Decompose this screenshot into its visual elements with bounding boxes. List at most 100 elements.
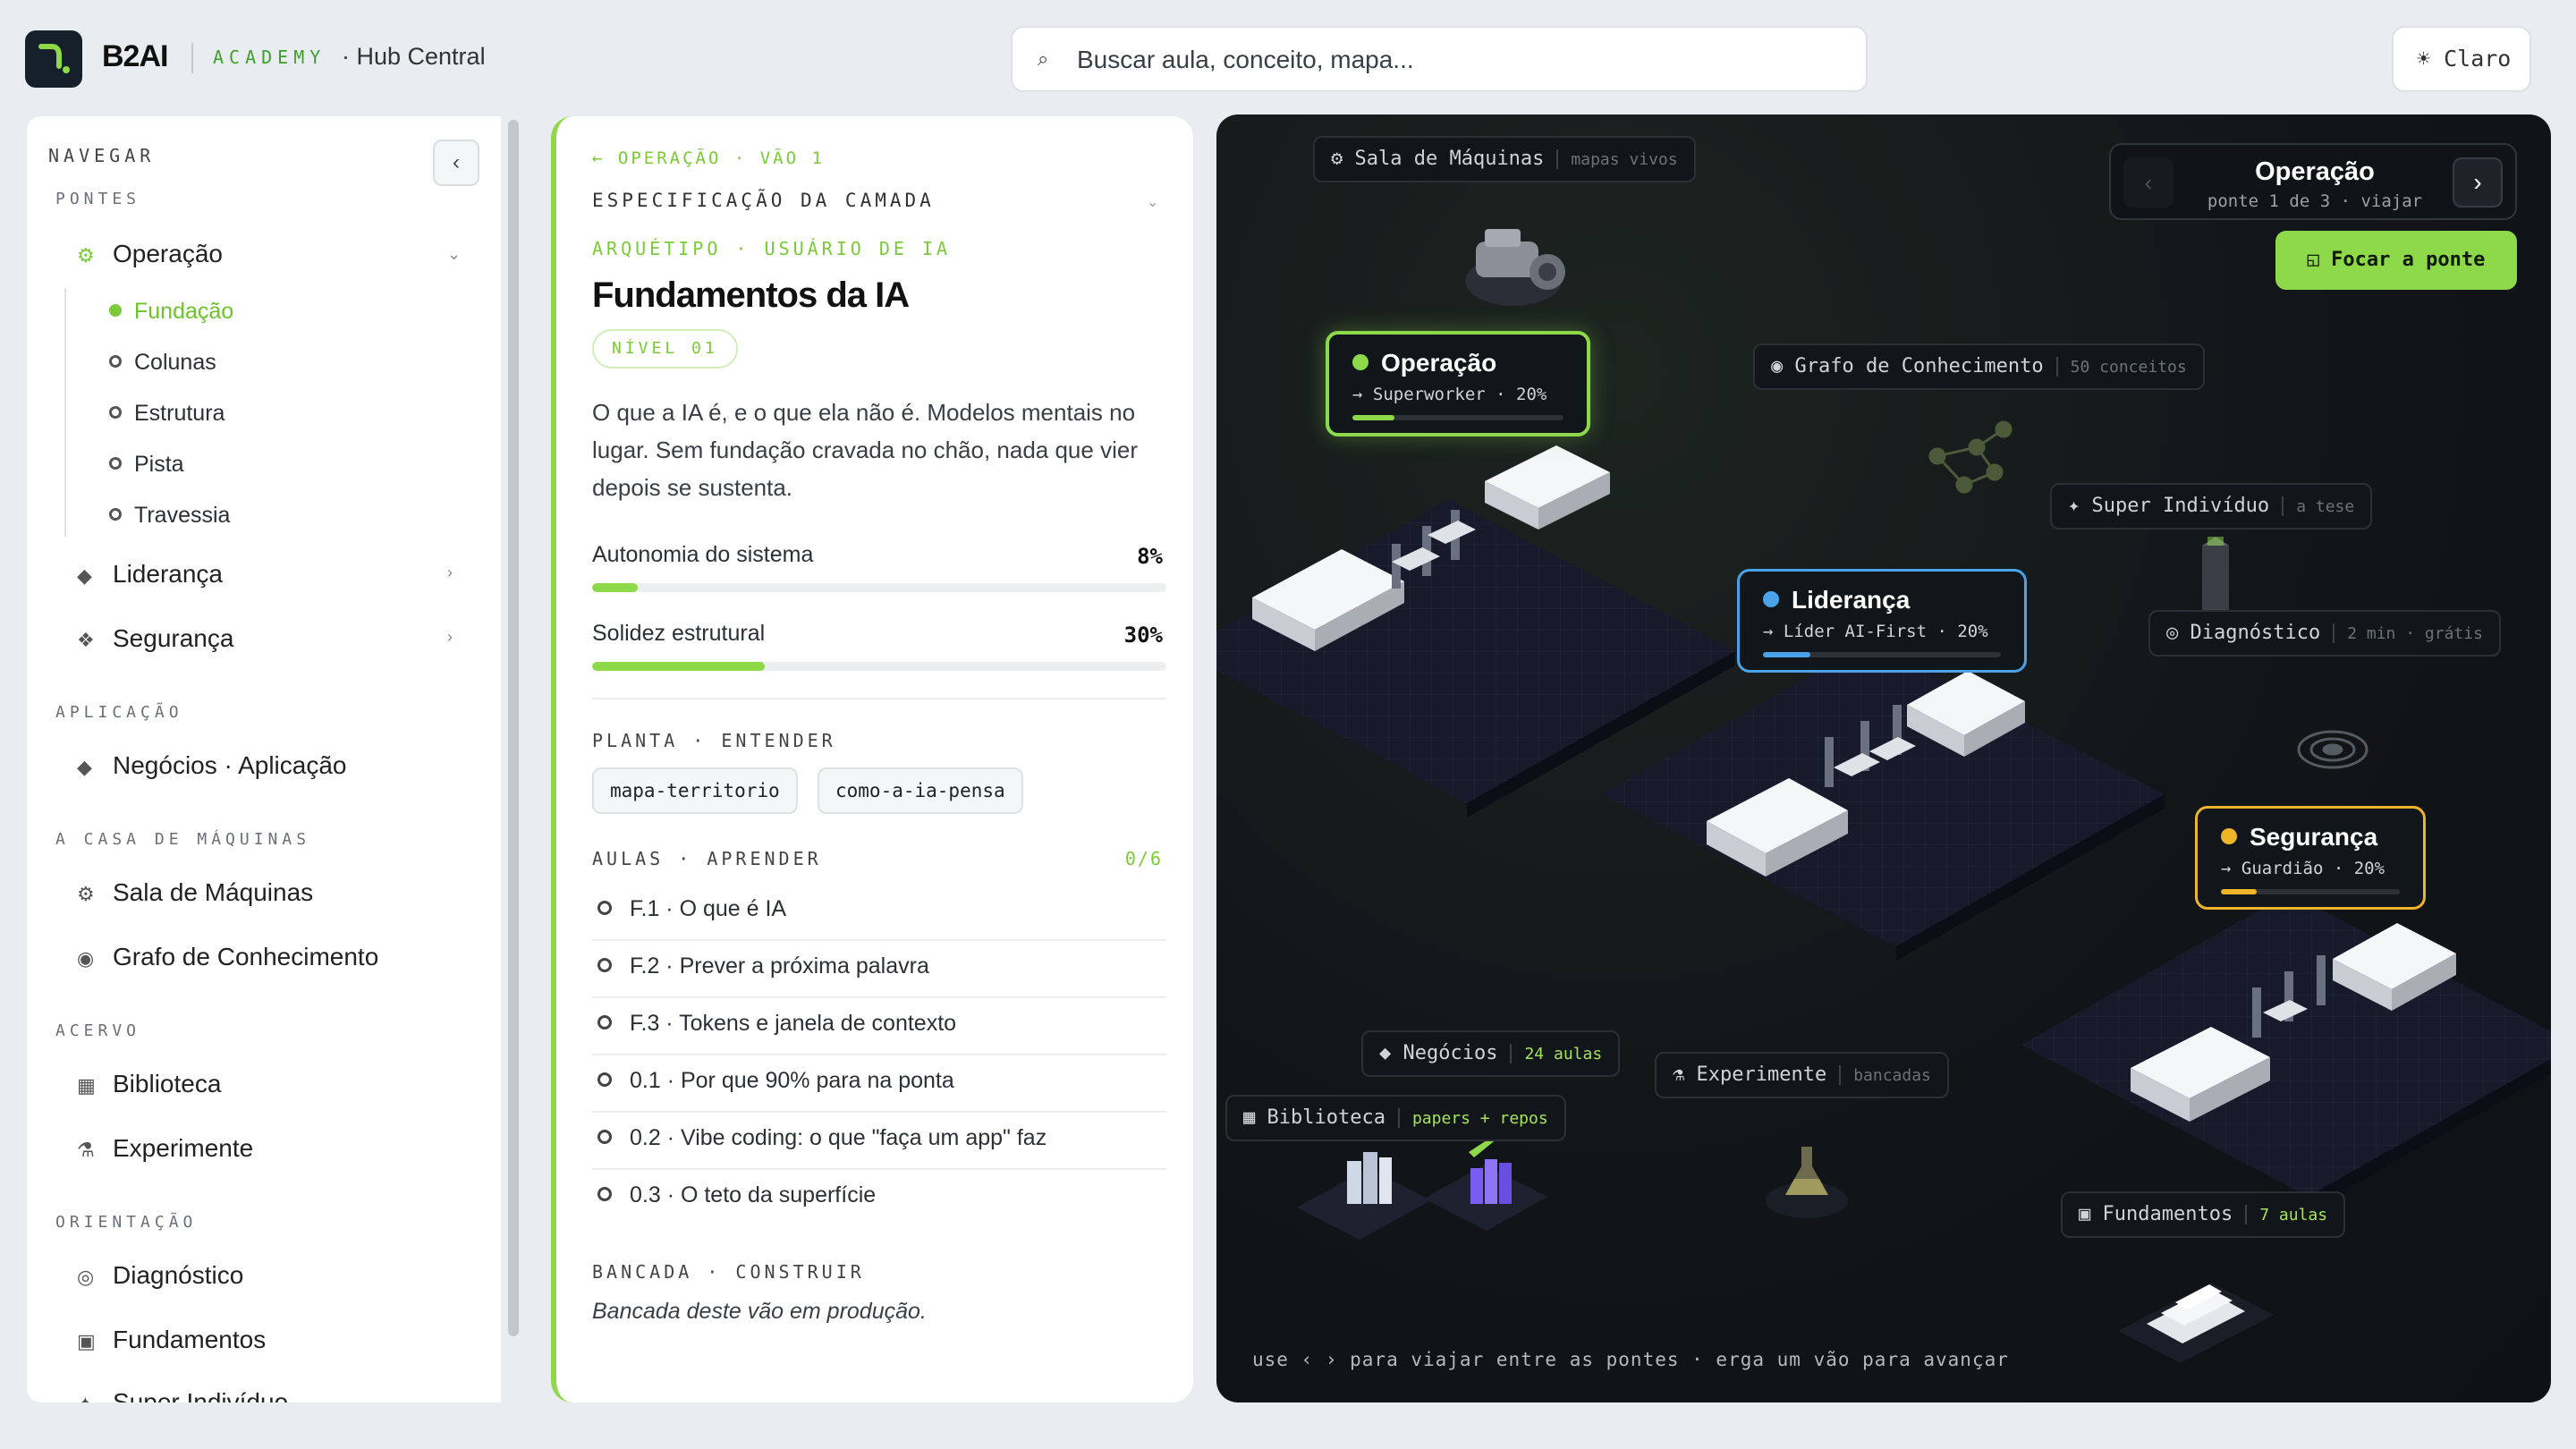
lesson-item[interactable]: F.3 · Tokens e janela de contexto <box>592 998 1166 1055</box>
section-orientacao: ORIENTAÇÃO <box>55 1213 198 1232</box>
star-icon: ✦ <box>77 1393 113 1402</box>
map-pill-negocios[interactable]: ◆ Negócios 24 aulas <box>1361 1030 1621 1077</box>
diamond-icon: ◆ <box>77 756 92 778</box>
map-pill-diagnostico[interactable]: ◎ Diagnóstico 2 min · grátis <box>2148 610 2501 657</box>
sidebar-title: NAVEGAR <box>48 145 156 166</box>
map-pill-biblioteca[interactable]: ▦ Biblioteca papers + repos <box>1225 1095 1566 1141</box>
tree-line <box>64 288 66 537</box>
bridge-card-seguranca[interactable]: Segurança → Guardião · 20% <box>2195 806 2426 910</box>
graph-illustration <box>1928 420 2012 494</box>
sidebar-item-sala[interactable]: ⚙ Sala de Máquinas <box>77 878 313 907</box>
aulas-title: AULAS · APRENDER <box>592 848 822 869</box>
concept-chip[interactable]: mapa-territorio <box>592 767 798 814</box>
lesson-item[interactable]: 0.1 · Por que 90% para na ponta <box>592 1055 1166 1113</box>
metric-bar <box>592 583 1166 592</box>
academy-label: ACADEMY <box>213 47 326 68</box>
metric-label: Autonomia do sistema <box>592 542 814 567</box>
search-icon: ⌕ <box>1038 47 1049 70</box>
sidebar-item-negocios[interactable]: ◆ Negócios · Aplicação <box>77 751 346 780</box>
chevron-down-icon[interactable]: ⌄ <box>1147 193 1158 211</box>
lesson-item[interactable]: 0.3 · O teto da superfície <box>592 1170 1166 1227</box>
bridge-card-operacao[interactable]: Operação → Superworker · 20% <box>1326 331 1590 436</box>
engine-illustration <box>1465 229 1565 306</box>
map-pill-super[interactable]: ✦ Super Indivíduo a tese <box>2050 483 2373 530</box>
chevron-down-icon[interactable]: ⌄ <box>447 245 461 264</box>
map-pill-fundamentos[interactable]: ▣ Fundamentos 7 aulas <box>2061 1191 2346 1238</box>
flask-illustration <box>1766 1147 1848 1218</box>
sidebar-item-super[interactable]: ✦Super Indivíduo <box>77 1388 288 1402</box>
scrollbar-thumb[interactable] <box>508 120 519 1336</box>
sidebar-item-experimente[interactable]: ⚗ Experimente <box>77 1134 253 1163</box>
back-link[interactable]: ← OPERAÇÃO · VÃO 1 <box>592 148 825 168</box>
graph-icon: ◉ <box>1771 355 1784 377</box>
map-pill-sala[interactable]: ⚙ Sala de Máquinas mapas vivos <box>1313 136 1696 182</box>
metric-value: 30% <box>1123 623 1163 648</box>
book-icon: ▣ <box>2079 1203 2091 1225</box>
map-hint: use ‹ › para viajar entre as pontes · er… <box>1252 1349 2009 1370</box>
divider <box>592 698 1166 699</box>
page-title: Fundamentos da IA <box>592 275 910 315</box>
pyramid-illustration <box>2118 1283 2274 1363</box>
gear-icon: ⚙ <box>77 883 95 905</box>
focus-bridge-button[interactable]: ◱ Focar a ponte <box>2275 231 2517 290</box>
bancada-title: BANCADA · CONSTRUIR <box>592 1261 865 1283</box>
bridge-navigator: ‹ Operação ponte 1 de 3 · viajar › <box>2109 143 2517 220</box>
map-pill-experimente[interactable]: ⚗ Experimente bancadas <box>1655 1052 1949 1098</box>
sidebar-item-grafo[interactable]: ◉ Grafo de Conhecimento <box>77 943 378 971</box>
section-pontes: PONTES <box>55 190 141 208</box>
bridge-card-lideranca[interactable]: Liderança → Líder AI-First · 20% <box>1737 569 2027 673</box>
aulas-count: 0/6 <box>1124 848 1163 869</box>
bancada-note: Bancada deste vão em produção. <box>592 1299 927 1324</box>
detail-panel: ← OPERAÇÃO · VÃO 1 ESPECIFICAÇÃO DA CAMA… <box>551 116 1193 1402</box>
star-icon: ✦ <box>2068 495 2080 517</box>
sidebar-item-operacao[interactable]: ⚙ Operação <box>77 240 223 268</box>
search-placeholder: Buscar aula, conceito, mapa... <box>1077 46 1414 73</box>
library-icon: ▦ <box>1243 1106 1256 1129</box>
map-pill-grafo[interactable]: ◉ Grafo de Conhecimento 50 conceitos <box>1753 343 2205 390</box>
sidebar-subitem-estrutura[interactable]: Estrutura <box>109 401 225 427</box>
level-badge: NÍVEL 01 <box>592 329 738 369</box>
next-bridge-button[interactable]: › <box>2453 157 2503 208</box>
sidebar-subitem-colunas[interactable]: Colunas <box>109 350 216 376</box>
metric-value: 8% <box>1137 544 1163 569</box>
sidebar-subitem-pista[interactable]: Pista <box>109 452 184 478</box>
sidebar-item-seguranca[interactable]: ❖ Segurança <box>77 624 233 653</box>
bridge-role: → Superworker · 20% <box>1352 385 1547 404</box>
metric-label: Solidez estrutural <box>592 621 766 646</box>
sidebar-subitem-travessia[interactable]: Travessia <box>109 503 230 529</box>
radar-illustration <box>2297 730 2368 769</box>
bridge-progress <box>1352 415 1563 420</box>
sidebar-item-biblioteca[interactable]: ▦ Biblioteca <box>77 1070 221 1098</box>
description: O que a IA é, e o que ela não é. Modelos… <box>592 399 1138 501</box>
theme-toggle-button[interactable]: ☀ Claro <box>2392 26 2531 92</box>
top-bar: B2AI ACADEMY · Hub Central ⌕ Buscar aula… <box>0 0 2576 116</box>
archetype-label: ARQUÉTIPO · USUÁRIO DE IA <box>592 238 952 259</box>
sidebar-item-fundamentos[interactable]: ▣ Fundamentos <box>77 1326 266 1354</box>
search-input[interactable]: ⌕ Buscar aula, conceito, mapa... <box>1011 26 1868 92</box>
gear-icon: ⚙ <box>1331 148 1343 170</box>
flask-icon: ⚗ <box>77 1139 95 1161</box>
lesson-item[interactable]: F.2 · Prever a próxima palavra <box>592 941 1166 998</box>
section-aplicacao: APLICAÇÃO <box>55 703 183 722</box>
lesson-item[interactable]: 0.2 · Vibe coding: o que "faça um app" f… <box>592 1113 1166 1170</box>
book-icon: ▣ <box>77 1330 96 1352</box>
diamond-icon: ◆ <box>77 564 92 587</box>
bridge-role: → Guardião · 20% <box>2221 859 2385 878</box>
logo-icon[interactable] <box>25 30 82 88</box>
chevron-right-icon[interactable]: › <box>447 564 453 582</box>
collapse-sidebar-button[interactable]: ‹ <box>433 140 479 186</box>
sidebar-scrollbar[interactable] <box>506 120 521 1402</box>
chevron-right-icon[interactable]: › <box>447 628 453 647</box>
sidebar-item-diagnostico[interactable]: ◎ Diagnóstico <box>77 1261 243 1290</box>
graph-icon: ◉ <box>77 947 95 970</box>
lesson-item[interactable]: F.1 · O que é IA <box>592 884 1166 941</box>
gear-icon: ⚙ <box>77 244 95 267</box>
concept-chip[interactable]: como-a-ia-pensa <box>818 767 1023 814</box>
flask-icon: ⚗ <box>1673 1063 1685 1086</box>
sidebar-item-lideranca[interactable]: ◆ Liderança <box>77 560 223 589</box>
spec-header[interactable]: ESPECIFICAÇÃO DA CAMADA <box>592 190 935 211</box>
bridge-platform-operacao <box>1216 445 1735 818</box>
section-acervo: ACERVO <box>55 1021 141 1040</box>
sidebar-subitem-fundacao[interactable]: Fundação <box>109 299 233 325</box>
bridge-map[interactable]: ⚙ Sala de Máquinas mapas vivos ◉ Grafo de… <box>1216 114 2551 1402</box>
